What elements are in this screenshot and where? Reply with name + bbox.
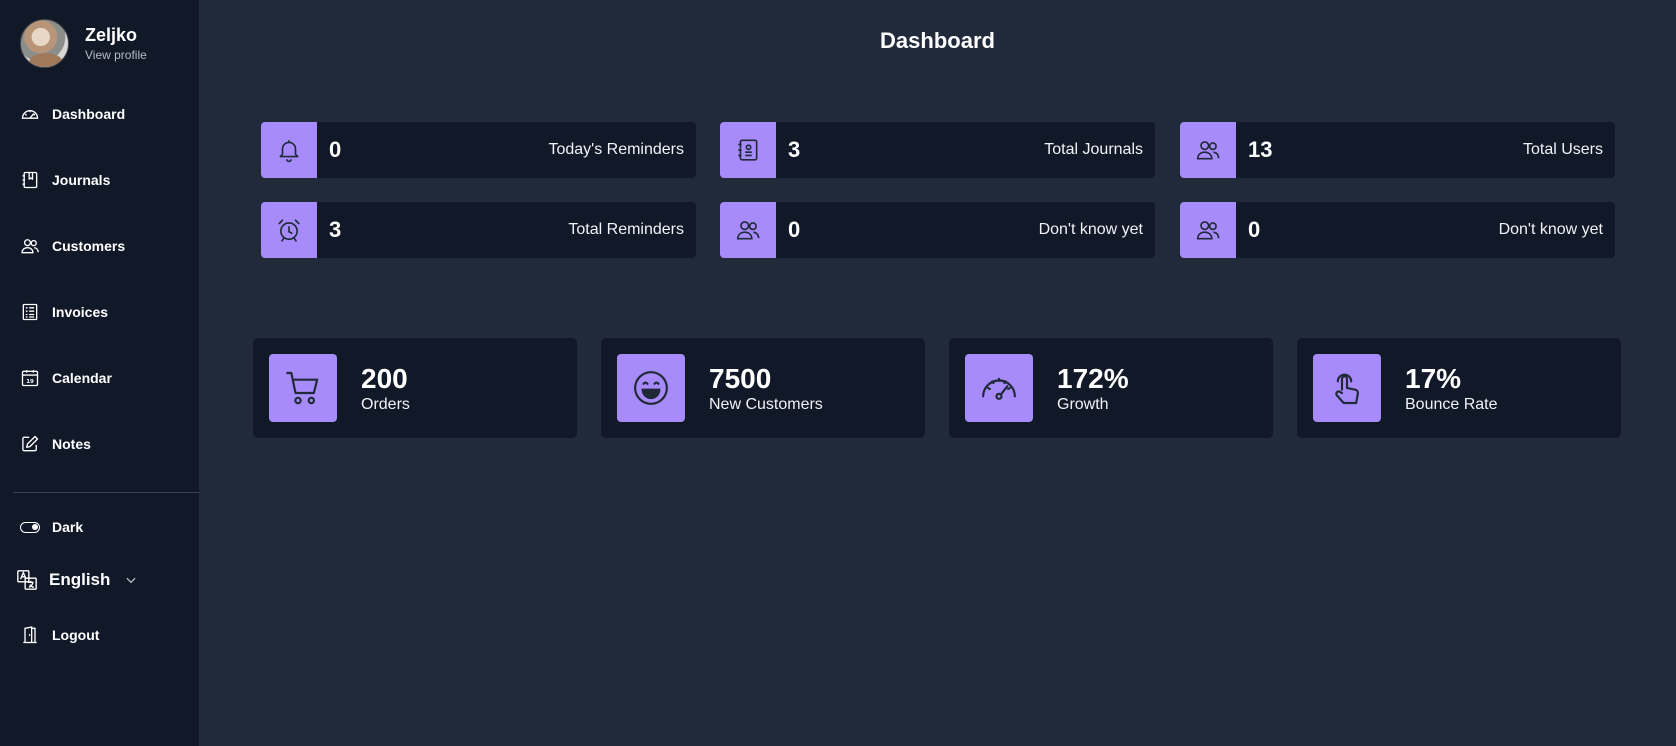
tap-hand-icon [1335,373,1359,405]
nav-item-notes[interactable]: Notes [20,434,91,454]
edit-note-icon [22,435,39,452]
card-label: Growth [1057,395,1109,413]
nav-item-customers[interactable]: Customers [20,236,125,256]
stat-value: 0 [1248,217,1261,242]
stat-label: Don't know yet [1498,221,1603,238]
sidebar-divider [13,492,199,493]
speedometer-icon [982,377,1016,400]
alarm-clock-icon [278,219,300,242]
nav-item-invoices[interactable]: Invoices [20,302,108,322]
card-value: 7500 [709,362,772,394]
nav-label-dashboard: Dashboard [52,106,126,122]
stat-icon-box [261,122,317,178]
card-value: 172% [1057,362,1129,394]
cart-icon [286,371,319,405]
stat-card-total-reminders[interactable]: 3 Total Reminders [261,202,696,258]
stat-card-dont-know-yet-1[interactable]: 0 Don't know yet [720,202,1155,258]
nav-item-dashboard[interactable]: Dashboard [20,104,125,124]
nav-label-calendar: Calendar [52,370,112,386]
stat-card-total-users[interactable]: 13 Total Users [1180,122,1615,178]
users-icon [1196,141,1220,160]
stat-icon-box [261,202,317,258]
chevron-down-icon [126,577,136,584]
stat-card-total-journals[interactable]: 3 Total Journals [720,122,1155,178]
invoice-icon [22,303,38,321]
stat-value: 13 [1248,137,1273,162]
users-icon [1196,221,1220,240]
translate-icon [17,570,37,590]
users-icon [736,221,760,240]
stat-icon-box [1180,202,1236,258]
view-profile-link[interactable]: View profile [85,47,147,63]
stat-value: 0 [788,217,801,242]
nav-label-invoices: Invoices [52,304,109,320]
stat-label: Total Users [1522,141,1603,158]
card-label: New Customers [709,395,823,413]
calendar-day-number: 19 [26,379,34,385]
users-icon [21,239,39,254]
smiley-icon [634,371,668,405]
card-bounce-rate[interactable]: 17% Bounce Rate [1297,338,1621,438]
nav-label-customers: Customers [52,238,126,254]
stat-label: Total Journals [1044,141,1143,158]
stat-value: 0 [329,137,342,162]
door-exit-icon [23,626,37,644]
card-orders[interactable]: 200 Orders [253,338,577,438]
card-value: 200 [361,362,408,394]
theme-toggle[interactable]: Dark [20,519,83,535]
language-label: English [49,570,111,589]
user-name: Zeljko [85,24,138,45]
logout-label: Logout [52,627,100,643]
stat-value: 3 [329,217,342,242]
card-label: Orders [361,395,410,413]
stat-label: Don't know yet [1038,221,1143,238]
stat-icon-box [1180,122,1236,178]
stat-label: Total Reminders [568,221,684,238]
card-icon-box [617,354,685,422]
calendar-icon: 19 [21,370,39,387]
stat-card-dont-know-yet-2[interactable]: 0 Don't know yet [1180,202,1615,258]
stat-card-todays-reminders[interactable]: 0 Today's Reminders [261,122,696,178]
bell-icon [279,140,299,163]
card-icon-box [1313,354,1381,422]
card-new-customers[interactable]: 7500 New Customers [601,338,925,438]
card-value: 17% [1405,362,1462,394]
dashboard-gauge-icon [21,110,39,119]
nav-label-notes: Notes [52,436,91,452]
nav-item-journals[interactable]: Journals [20,170,110,190]
user-profile[interactable]: Zeljko View profile [20,19,147,68]
nav-label-journals: Journals [52,172,111,188]
sidebar: Zeljko View profile Dashboard Journals C… [0,0,199,746]
card-label: Bounce Rate [1405,395,1498,413]
toggle-switch-icon[interactable] [20,521,40,533]
journal-icon [22,171,38,189]
stat-value: 3 [788,137,801,162]
nav-item-calendar[interactable]: 19 Calendar [20,368,112,388]
journal-icon [738,139,758,161]
logout-button[interactable]: Logout [20,625,99,645]
card-growth[interactable]: 172% Growth [949,338,1273,438]
card-icon-box [269,354,337,422]
card-icon-box [965,354,1033,422]
stat-label: Today's Reminders [548,141,684,158]
theme-label: Dark [52,519,84,535]
page-title: Dashboard [880,28,995,53]
stat-icon-box [720,122,776,178]
stat-icon-box [720,202,776,258]
language-selector[interactable]: English [16,569,138,591]
avatar[interactable] [20,19,69,68]
